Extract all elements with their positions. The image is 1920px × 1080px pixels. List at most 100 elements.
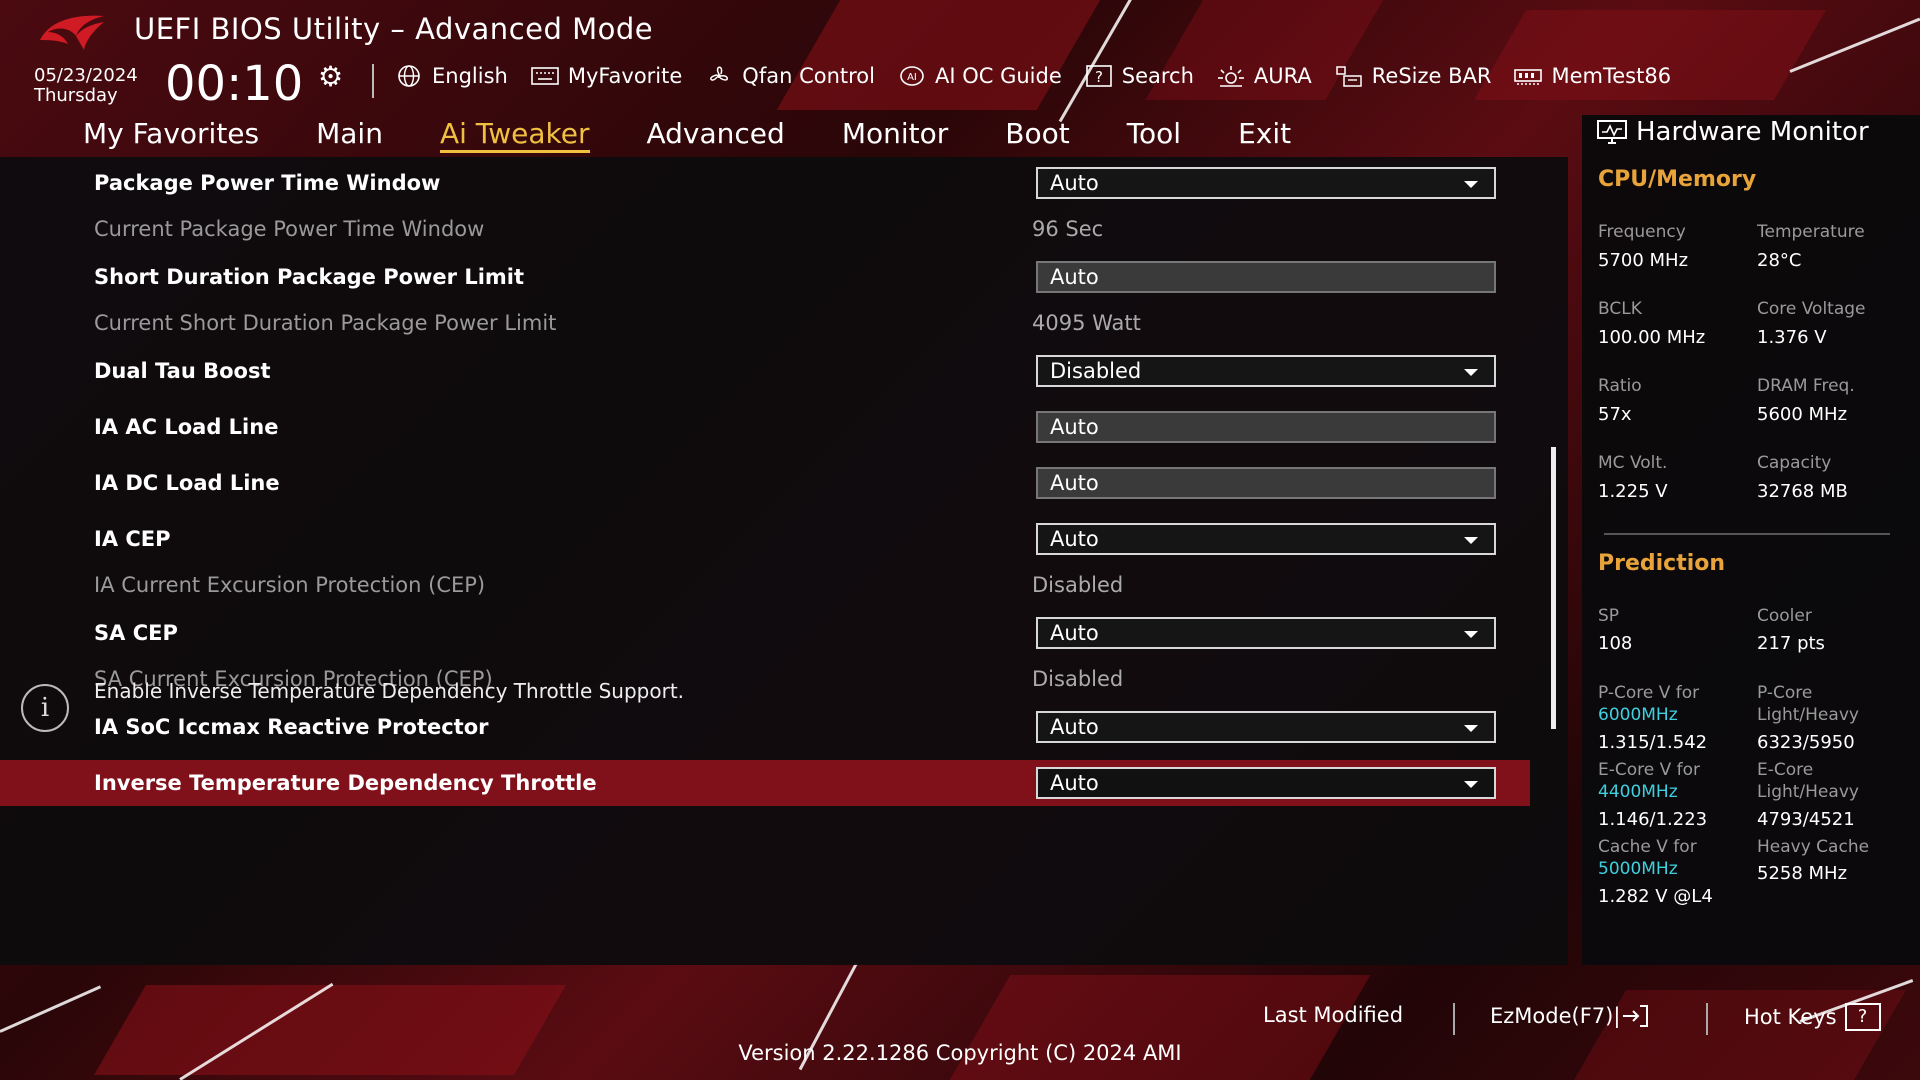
- inverse-temp-throttle-dropdown[interactable]: Auto: [1036, 767, 1496, 799]
- setting-label: IA CEP: [94, 527, 171, 551]
- last-modified-label: Last Modified: [1263, 1003, 1404, 1027]
- ai-oc-guide-button[interactable]: AI AI OC Guide: [897, 64, 1062, 88]
- fan-icon: [710, 66, 729, 81]
- footer: Last Modified EzMode(F7)| Hot Keys ? Ver…: [0, 965, 1920, 1080]
- tab-advanced[interactable]: Advanced: [647, 115, 785, 157]
- memtest86-label: MemTest86: [1551, 64, 1672, 88]
- ezmode-label: EzMode(F7)|: [1490, 1004, 1621, 1028]
- tab-tool[interactable]: Tool: [1127, 115, 1181, 157]
- ecore-lh-label-2: Light/Heavy: [1757, 782, 1859, 802]
- date-text: 05/23/2024: [34, 65, 138, 86]
- pcore-lh-label: P-Core: [1757, 683, 1813, 703]
- core-voltage-label: Core Voltage: [1757, 299, 1866, 319]
- exit-arrow-icon: [1623, 1005, 1649, 1027]
- qfan-control-button[interactable]: Qfan Control: [704, 64, 875, 88]
- setting-row-ia-dc-load-line[interactable]: IA DC Load Line Auto: [0, 461, 1530, 505]
- hw-monitor-title-text: Hardware Monitor: [1636, 117, 1869, 147]
- tab-my-favorites[interactable]: My Favorites: [83, 115, 259, 157]
- tab-boot[interactable]: Boot: [1005, 115, 1069, 157]
- setting-row-short-duration-package-power-limit[interactable]: Short Duration Package Power Limit Auto: [0, 255, 1530, 299]
- setting-value: 96 Sec: [1032, 217, 1104, 241]
- sp-label: SP: [1598, 606, 1620, 626]
- setting-label: Package Power Time Window: [94, 171, 441, 195]
- cooler-label: Cooler: [1757, 606, 1812, 626]
- setting-row-inverse-temperature-dependency-throttle[interactable]: Inverse Temperature Dependency Throttle …: [0, 760, 1530, 806]
- setting-label: Short Duration Package Power Limit: [94, 265, 525, 289]
- setting-label: IA DC Load Line: [94, 471, 280, 495]
- cache-v-freq: 5000MHz: [1598, 859, 1678, 879]
- setting-row-sa-cep[interactable]: SA CEP Auto: [0, 611, 1530, 655]
- resize-bar-button[interactable]: ReSize BAR: [1334, 64, 1491, 88]
- pcore-v-label: P-Core V for: [1598, 683, 1700, 703]
- tab-ai-tweaker[interactable]: Ai Tweaker: [439, 115, 590, 153]
- search-button[interactable]: ? Search: [1084, 64, 1194, 88]
- rog-logo: [40, 15, 104, 50]
- ia-cep-dropdown[interactable]: Auto: [1036, 523, 1496, 555]
- hardware-monitor-panel: Hardware Monitor CPU/Memory Frequency 57…: [1582, 115, 1920, 965]
- svg-text:AI: AI: [907, 72, 917, 83]
- setting-row-current-package-power-time-window: Current Package Power Time Window 96 Sec: [0, 209, 1530, 249]
- question-key-icon: ?: [1844, 1003, 1881, 1031]
- language-label: English: [432, 64, 508, 88]
- last-modified-button[interactable]: Last Modified: [1263, 1003, 1403, 1027]
- tab-monitor[interactable]: Monitor: [842, 115, 948, 157]
- hot-keys-button[interactable]: Hot Keys ?: [1744, 1003, 1881, 1031]
- hot-keys-label: Hot Keys: [1744, 1005, 1837, 1029]
- heavy-cache-value: 5258 MHz: [1757, 863, 1848, 884]
- dual-tau-boost-dropdown[interactable]: Disabled: [1036, 355, 1496, 387]
- ecore-v-value: 1.146/1.223: [1598, 809, 1708, 830]
- heavy-cache-label: Heavy Cache: [1757, 837, 1870, 857]
- setting-value: Disabled: [1032, 667, 1124, 691]
- cpu-memory-section: CPU/Memory: [1598, 167, 1757, 192]
- pcore-v-value: 1.315/1.542: [1598, 732, 1708, 753]
- help-box-icon: ?: [1085, 65, 1112, 87]
- ratio-label: Ratio: [1598, 376, 1642, 396]
- tab-exit[interactable]: Exit: [1238, 115, 1291, 157]
- aura-button[interactable]: AURA: [1216, 64, 1312, 88]
- package-power-time-window-dropdown[interactable]: Auto: [1036, 167, 1496, 199]
- settings-scrollbar[interactable]: [1551, 447, 1556, 729]
- pcore-v-freq: 6000MHz: [1598, 705, 1678, 725]
- bclk-label: BCLK: [1598, 299, 1642, 319]
- setting-row-ia-soc-iccmax-reactive-protector[interactable]: IA SoC Iccmax Reactive Protector Auto: [0, 705, 1530, 749]
- setting-row-ia-current-excursion-protection: IA Current Excursion Protection (CEP) Di…: [0, 565, 1530, 605]
- header-divider: [372, 64, 374, 98]
- search-label: Search: [1121, 64, 1194, 88]
- language-button[interactable]: English: [394, 64, 508, 88]
- memtest86-button[interactable]: MemTest86: [1513, 64, 1671, 88]
- ia-soc-iccmax-dropdown[interactable]: Auto: [1036, 711, 1496, 743]
- setting-label: IA SoC Iccmax Reactive Protector: [94, 715, 489, 739]
- pcore-lh-label-2: Light/Heavy: [1757, 705, 1859, 725]
- bclk-value: 100.00 MHz: [1598, 327, 1706, 348]
- ecore-v-label: E-Core V for: [1598, 760, 1701, 780]
- ezmode-button[interactable]: EzMode(F7)|: [1490, 1003, 1650, 1029]
- tab-main[interactable]: Main: [316, 115, 383, 157]
- setting-label: Dual Tau Boost: [94, 359, 271, 383]
- myfavorite-button[interactable]: MyFavorite: [530, 64, 682, 88]
- setting-label: IA AC Load Line: [94, 415, 279, 439]
- help-text: Enable Inverse Temperature Dependency Th…: [94, 679, 685, 703]
- gear-icon[interactable]: ⚙: [318, 60, 343, 93]
- qfan-control-label: Qfan Control: [742, 64, 875, 88]
- sa-cep-dropdown[interactable]: Auto: [1036, 617, 1496, 649]
- toolbar: English MyFavorite Qfan Control AI AI OC…: [394, 64, 1693, 88]
- cache-v-label: Cache V for: [1598, 837, 1697, 857]
- monitor-icon: [1597, 120, 1627, 144]
- setting-row-ia-ac-load-line[interactable]: IA AC Load Line Auto: [0, 405, 1530, 449]
- ia-ac-load-line-field[interactable]: Auto: [1036, 411, 1496, 443]
- ia-dc-load-line-field[interactable]: Auto: [1036, 467, 1496, 499]
- footer-divider: [1706, 1003, 1708, 1035]
- prediction-section: Prediction: [1598, 551, 1726, 576]
- setting-row-dual-tau-boost[interactable]: Dual Tau Boost Disabled: [0, 349, 1530, 393]
- version-text: Version 2.22.1286 Copyright (C) 2024 AMI: [738, 1041, 1182, 1065]
- frequency-value: 5700 MHz: [1598, 250, 1689, 271]
- resize-bar-icon: [1336, 66, 1362, 87]
- ratio-value: 57x: [1598, 404, 1632, 425]
- capacity-label: Capacity: [1757, 453, 1832, 473]
- setting-row-current-short-duration-power-limit: Current Short Duration Package Power Lim…: [0, 303, 1530, 343]
- short-duration-power-limit-field[interactable]: Auto: [1036, 261, 1496, 293]
- mc-volt-value: 1.225 V: [1598, 481, 1668, 502]
- ai-oc-guide-label: AI OC Guide: [934, 64, 1062, 88]
- setting-row-package-power-time-window[interactable]: Package Power Time Window Auto: [0, 161, 1530, 205]
- setting-row-ia-cep[interactable]: IA CEP Auto: [0, 517, 1530, 561]
